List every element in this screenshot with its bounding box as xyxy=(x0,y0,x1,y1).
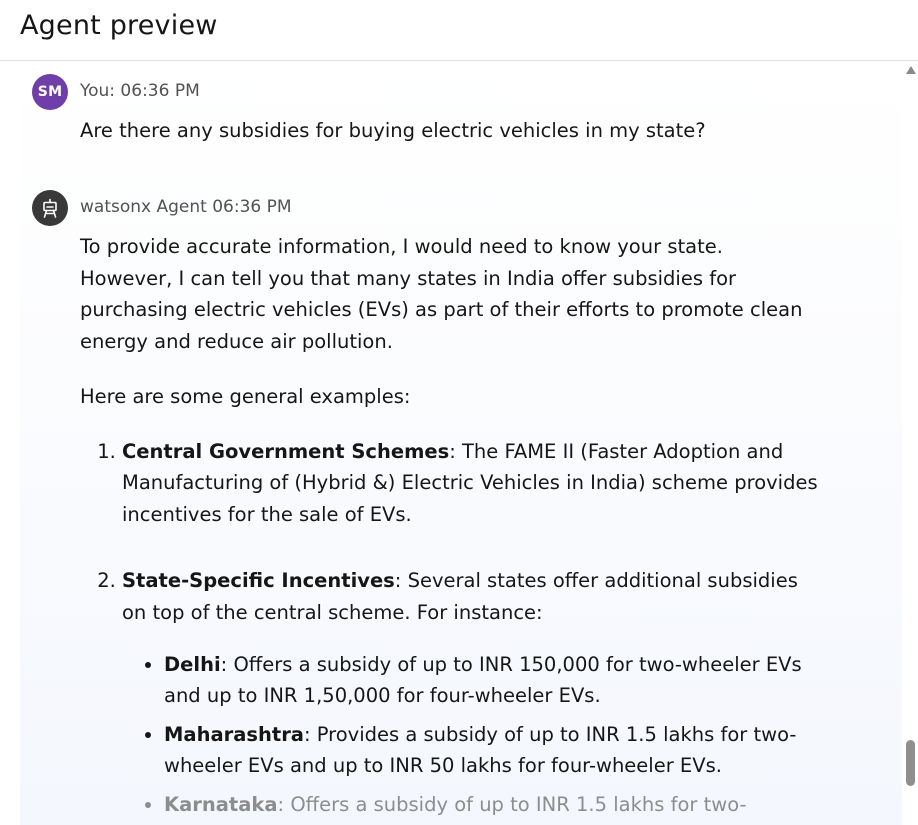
agent-avatar xyxy=(32,190,68,226)
scrollbar-thumb[interactable] xyxy=(906,740,915,786)
sub-list-item: Delhi: Offers a subsidy of up to INR 150… xyxy=(164,650,820,711)
list-item: State-Specific Incentives: Several state… xyxy=(122,565,820,825)
agent-lead-paragraph: Here are some general examples: xyxy=(80,385,411,408)
sub-list-item: Karnataka: Offers a subsidy of up to INR… xyxy=(164,790,820,825)
agent-intro-paragraph: To provide accurate information, I would… xyxy=(80,235,803,353)
sub-list-item: Maharashtra: Provides a subsidy of up to… xyxy=(164,720,820,781)
chat-panel[interactable]: SM You: 06:36 PM Are there any subsidies… xyxy=(20,62,902,825)
list-item: Central Government Schemes: The FAME II … xyxy=(122,436,820,531)
user-message-text: Are there any subsidies for buying elect… xyxy=(80,119,706,142)
state-list: Delhi: Offers a subsidy of up to INR 150… xyxy=(122,650,820,825)
sub-item-text: : Offers a subsidy of up to INR 150,000 … xyxy=(164,653,802,707)
agent-message-body: To provide accurate information, I would… xyxy=(80,231,820,825)
sub-item-title: Karnataka xyxy=(164,793,278,816)
header: Agent preview xyxy=(0,0,918,61)
agent-message-meta: watsonx Agent 06:36 PM xyxy=(80,197,292,217)
sub-item-title: Maharashtra xyxy=(164,723,304,746)
scroll-up-arrow-icon[interactable] xyxy=(906,66,916,74)
examples-list: Central Government Schemes: The FAME II … xyxy=(80,436,820,825)
vertical-scrollbar[interactable] xyxy=(902,62,918,825)
sub-item-title: Delhi xyxy=(164,653,221,676)
list-item-title: State-Specific Incentives xyxy=(122,569,395,592)
page-title: Agent preview xyxy=(20,10,218,41)
list-item-title: Central Government Schemes xyxy=(122,439,450,463)
robot-icon xyxy=(43,198,57,218)
user-avatar: SM xyxy=(32,74,68,110)
user-message-meta: You: 06:36 PM xyxy=(80,81,200,101)
